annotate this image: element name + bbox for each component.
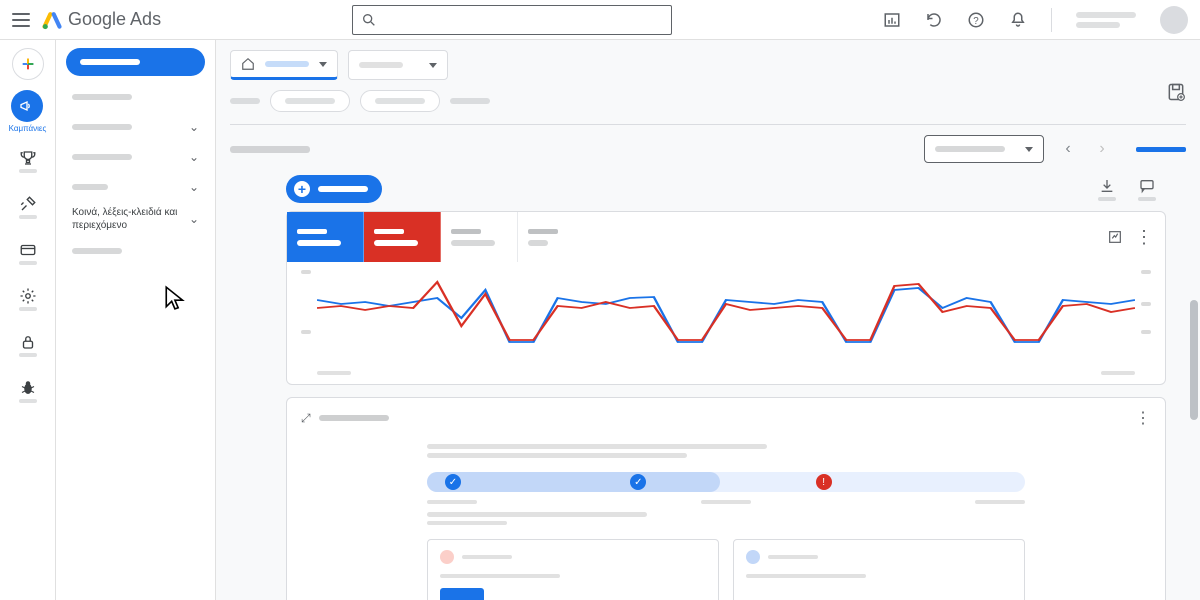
bug-icon xyxy=(19,379,37,397)
metric-tab-impr[interactable] xyxy=(364,212,441,262)
collapse-icon[interactable]: ⤢ xyxy=(301,411,311,426)
metric-tab-3[interactable] xyxy=(441,212,518,262)
plus-icon: + xyxy=(294,181,310,197)
performance-chart-card: ⋮ xyxy=(286,211,1166,385)
main-content: ‹ › + ⋮ xyxy=(216,40,1200,600)
filter-chip-2[interactable] xyxy=(360,90,440,112)
notifications-icon[interactable] xyxy=(1009,11,1027,29)
header-divider xyxy=(1051,8,1052,32)
date-next-button[interactable]: › xyxy=(1092,139,1112,159)
save-view-icon[interactable] xyxy=(1166,82,1186,102)
refresh-icon[interactable] xyxy=(925,11,943,29)
metrics-line-chart xyxy=(317,272,1135,352)
section-heading-row: ‹ › xyxy=(230,135,1186,163)
trophy-icon xyxy=(19,149,37,167)
ads-logo-icon xyxy=(42,10,62,30)
rail-tools[interactable] xyxy=(0,189,56,225)
metric-tab-clicks[interactable] xyxy=(287,212,364,262)
tools-icon xyxy=(19,195,37,213)
reports-icon[interactable] xyxy=(883,11,901,29)
rail-goals[interactable] xyxy=(0,143,56,179)
chart-menu-icon[interactable]: ⋮ xyxy=(1135,227,1153,248)
setup-stepper: ✓✓! xyxy=(427,472,1025,492)
create-button[interactable] xyxy=(12,48,44,80)
scrollbar-thumb[interactable] xyxy=(1190,300,1198,420)
sidenav-item-3[interactable]: ⌄ xyxy=(60,142,211,172)
setup-wizard-card: ⤢ ⋮ ✓✓! xyxy=(286,397,1166,600)
chevron-down-icon: ⌄ xyxy=(189,212,199,226)
sidenav-item-2[interactable]: ⌄ xyxy=(60,112,211,142)
search-icon xyxy=(361,12,377,28)
new-campaign-button[interactable]: + xyxy=(286,175,382,203)
sidenav-item-4[interactable]: ⌄ xyxy=(60,172,211,202)
menu-icon[interactable] xyxy=(12,13,30,27)
megaphone-icon xyxy=(19,98,35,114)
rail-billing[interactable] xyxy=(0,235,56,271)
download-icon xyxy=(1099,178,1115,194)
help-icon[interactable]: ? xyxy=(967,11,985,29)
expand-chart-icon[interactable] xyxy=(1107,229,1123,245)
lock-icon xyxy=(19,333,37,351)
rail-campaigns[interactable]: Καμπάνιες xyxy=(9,90,47,133)
wizard-title xyxy=(319,415,389,421)
metric-tab-4[interactable] xyxy=(518,212,600,262)
download-button[interactable] xyxy=(1098,178,1116,201)
recommendation-card-1[interactable] xyxy=(427,539,719,600)
recommendation-card-2[interactable] xyxy=(733,539,1025,600)
rail-bug[interactable] xyxy=(0,373,56,409)
wizard-menu-icon[interactable]: ⋮ xyxy=(1135,408,1151,428)
section-title xyxy=(230,146,310,153)
caret-down-icon xyxy=(1025,147,1033,152)
filter-row xyxy=(230,90,1186,112)
nav-rail: Καμπάνιες xyxy=(0,40,56,600)
card-icon xyxy=(19,241,37,259)
feedback-icon xyxy=(1139,178,1155,194)
sidenav-selected[interactable] xyxy=(66,48,205,76)
feedback-button[interactable] xyxy=(1138,178,1156,201)
gear-icon xyxy=(19,287,37,305)
caret-down-icon xyxy=(319,62,327,67)
account-label xyxy=(1076,12,1136,18)
breadcrumb-level2[interactable] xyxy=(348,50,448,80)
avatar[interactable] xyxy=(1160,6,1188,34)
side-nav: ⌄ ⌄ ⌄ Κοινά, λέξεις-κλειδιά και περιεχόμ… xyxy=(56,40,216,600)
date-prev-button[interactable]: ‹ xyxy=(1058,139,1078,159)
app-header: Google Ads ? xyxy=(0,0,1200,40)
rail-admin[interactable] xyxy=(0,281,56,317)
svg-text:?: ? xyxy=(973,15,979,26)
scrollbar[interactable] xyxy=(1190,40,1198,596)
rail-security[interactable] xyxy=(0,327,56,363)
sidenav-item-6[interactable] xyxy=(60,236,211,266)
breadcrumb-level1[interactable] xyxy=(230,50,338,80)
chevron-down-icon: ⌄ xyxy=(189,150,199,164)
home-icon xyxy=(241,57,255,71)
chevron-down-icon: ⌄ xyxy=(189,180,199,194)
sidenav-item-1[interactable] xyxy=(60,82,211,112)
app-logo[interactable]: Google Ads xyxy=(42,9,161,30)
caret-down-icon xyxy=(429,63,437,68)
breadcrumb xyxy=(230,50,1186,80)
date-range-select[interactable] xyxy=(924,135,1044,163)
chevron-down-icon: ⌄ xyxy=(189,120,199,134)
search-input[interactable] xyxy=(352,5,672,35)
sidenav-item-audiences[interactable]: Κοινά, λέξεις-κλειδιά και περιεχόμενο ⌄ xyxy=(60,202,211,236)
filter-chip-1[interactable] xyxy=(270,90,350,112)
add-filter-link[interactable] xyxy=(450,98,490,104)
recommendation-apply-button[interactable] xyxy=(440,588,484,600)
app-title: Google Ads xyxy=(68,9,161,30)
show-last-link[interactable] xyxy=(1136,147,1186,152)
